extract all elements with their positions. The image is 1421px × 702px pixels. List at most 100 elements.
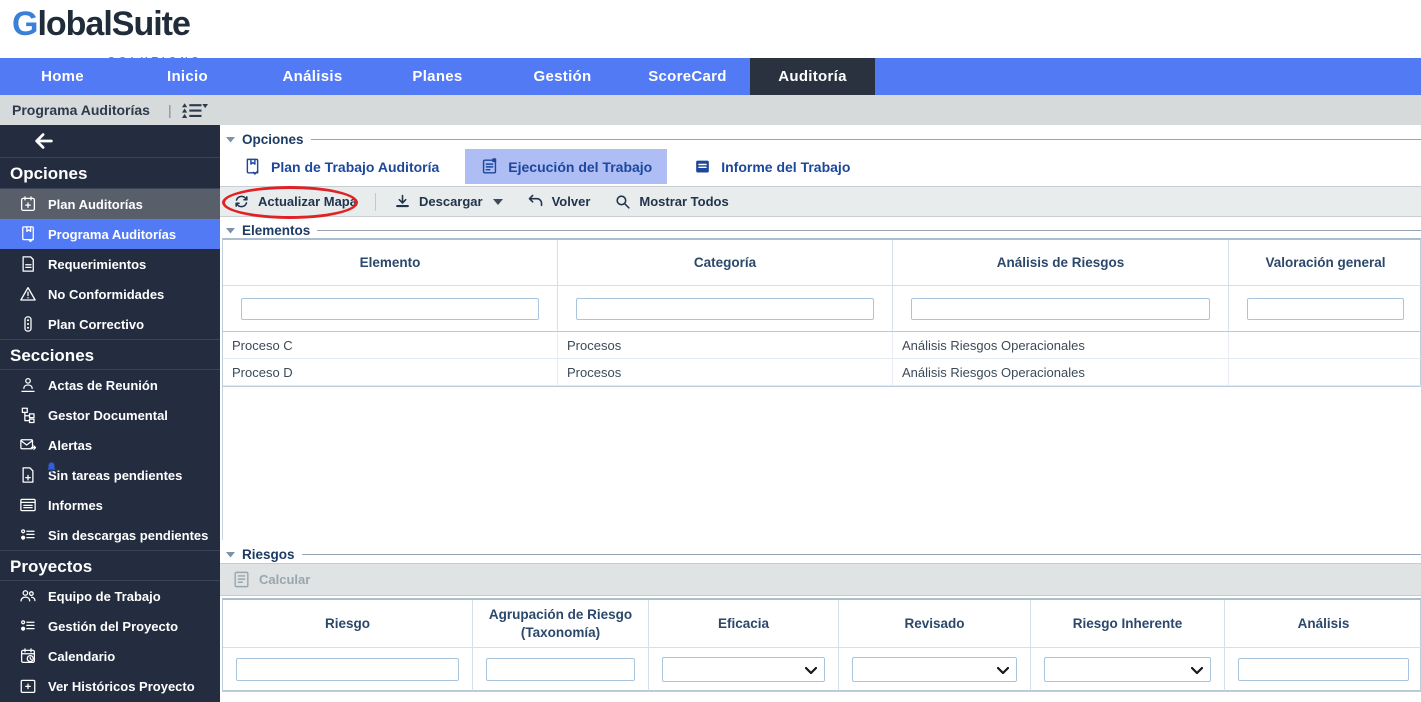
filter-input-elemento[interactable]	[241, 298, 539, 320]
tab-ejecucion-del-trabajo[interactable]: Ejecución del Trabajo	[465, 149, 667, 184]
app-window: GlobalSuite SOLUTIONS Home Inicio Anális…	[0, 0, 1421, 702]
sidebar-item-gestion-del-proyecto[interactable]: Gestión del Proyecto	[0, 611, 220, 641]
filter-input-analisis[interactable]	[1238, 658, 1409, 681]
table-cell[interactable]	[1229, 332, 1421, 359]
nav-item-auditoria[interactable]: Auditoría	[750, 58, 875, 95]
column-header-analisis-de-riesgos: Análisis de Riesgos	[893, 240, 1229, 286]
sidebar-item-sin-tareas-pendientes[interactable]: Sin tareas pendientes	[0, 460, 220, 490]
button-label: Mostrar Todos	[639, 194, 728, 209]
table-cell[interactable]: Análisis Riesgos Operacionales	[893, 359, 1229, 386]
filter-input-analisis-de-riesgos[interactable]	[911, 298, 1210, 320]
column-header-elemento: Elemento	[223, 240, 558, 286]
calcular-button[interactable]: Calcular	[232, 570, 310, 589]
panel-rule	[302, 554, 1421, 555]
opciones-panel-header: Opciones	[226, 131, 1421, 147]
panel-title: Elementos	[242, 223, 310, 238]
traffic-light-icon	[19, 315, 37, 333]
sidebar-item-requerimientos[interactable]: Requerimientos	[0, 249, 220, 279]
sidebar-item-alertas[interactable]: Alertas	[0, 430, 220, 460]
sidebar-item-label: Calendario	[48, 649, 115, 664]
column-header-revisado: Revisado	[839, 600, 1031, 648]
column-header-riesgo: Riesgo	[223, 600, 473, 648]
people-icon	[19, 587, 37, 605]
sidebar-item-label: Gestor Documental	[48, 408, 168, 423]
sidebar-back-button[interactable]	[0, 125, 220, 158]
button-label: Calcular	[259, 572, 310, 587]
sidebar-item-sin-descargas-pendientes[interactable]: Sin descargas pendientes	[0, 520, 220, 550]
sidebar: Opciones Plan Auditorías Programa Audito…	[0, 125, 220, 702]
caret-down-icon[interactable]	[493, 199, 503, 205]
nav-item-scorecard[interactable]: ScoreCard	[625, 58, 750, 95]
nav-item-analisis[interactable]: Análisis	[250, 58, 375, 95]
filter-input-agrupacion[interactable]	[486, 658, 635, 681]
filter-input-riesgo[interactable]	[236, 658, 459, 681]
sidebar-item-actas-de-reunion[interactable]: Actas de Reunión	[0, 370, 220, 400]
collapse-icon[interactable]	[226, 551, 235, 558]
collapse-icon[interactable]	[226, 227, 235, 234]
mostrar-todos-button[interactable]: Mostrar Todos	[614, 193, 728, 210]
back-arrow-icon	[33, 130, 55, 152]
tab-informe-del-trabajo[interactable]: Informe del Trabajo	[678, 149, 865, 184]
table-cell[interactable]: Procesos	[558, 332, 893, 359]
volver-button[interactable]: Volver	[527, 193, 591, 210]
table-cell[interactable]: Análisis Riesgos Operacionales	[893, 332, 1229, 359]
folder-doc-icon	[19, 496, 37, 514]
table-cell[interactable]	[1229, 359, 1421, 386]
table-cell[interactable]: Proceso D	[223, 359, 558, 386]
sidebar-item-plan-correctivo[interactable]: Plan Correctivo	[0, 309, 220, 339]
book-check-icon	[19, 225, 37, 243]
person-desk-icon	[19, 376, 37, 394]
riesgos-toolbar: Calcular	[220, 563, 1421, 596]
column-header-analisis: Análisis	[1225, 600, 1421, 648]
sidebar-section-secciones: Secciones	[0, 339, 220, 370]
tab-label: Informe del Trabajo	[721, 159, 850, 175]
filter-input-categoria[interactable]	[576, 298, 874, 320]
filter-select-revisado[interactable]	[852, 657, 1017, 682]
sidebar-item-ver-historicos-proyecto[interactable]: Ver Históricos Proyecto	[0, 671, 220, 701]
sidebar-item-plan-auditorias[interactable]: Plan Auditorías	[0, 189, 220, 219]
toolbar: Actualizar Mapa Descargar Volver Mostrar…	[220, 186, 1421, 217]
document-lines-icon	[693, 157, 712, 176]
collapse-icon[interactable]	[226, 136, 235, 143]
table-cell[interactable]: Procesos	[558, 359, 893, 386]
sidebar-item-label: Programa Auditorías	[48, 227, 176, 242]
calendar-plus-icon	[19, 195, 37, 213]
descargar-button[interactable]: Descargar	[394, 193, 503, 210]
main-nav: Home Inicio Análisis Planes Gestión Scor…	[0, 58, 1421, 95]
sidebar-item-programa-auditorias[interactable]: Programa Auditorías	[0, 219, 220, 249]
breadcrumb: Programa Auditorías	[12, 102, 150, 118]
nav-item-inicio[interactable]: Inicio	[125, 58, 250, 95]
table-cell[interactable]: Proceso C	[223, 332, 558, 359]
sidebar-item-label: Plan Auditorías	[48, 197, 143, 212]
sidebar-item-calendario[interactable]: Calendario	[0, 641, 220, 671]
sidebar-item-label: Sin descargas pendientes	[48, 528, 208, 543]
nav-item-gestion[interactable]: Gestión	[500, 58, 625, 95]
sidebar-item-no-conformidades[interactable]: No Conformidades	[0, 279, 220, 309]
breadcrumb-bar: Programa Auditorías |	[0, 95, 1421, 125]
sidebar-item-label: No Conformidades	[48, 287, 164, 302]
button-label: Volver	[552, 194, 591, 209]
tab-plan-de-trabajo-auditoria[interactable]: Plan de Trabajo Auditoría	[228, 149, 454, 184]
filter-select-eficacia[interactable]	[662, 657, 825, 682]
list-caret-icon[interactable]	[182, 101, 208, 120]
sidebar-item-label: Gestión del Proyecto	[48, 619, 178, 634]
sidebar-item-gestor-documental[interactable]: Gestor Documental	[0, 400, 220, 430]
sidebar-item-informes[interactable]: Informes	[0, 490, 220, 520]
logo-text-accent: G	[12, 5, 37, 43]
panel-rule	[317, 230, 1421, 231]
sidebar-item-label: Informes	[48, 498, 103, 513]
tab-label: Plan de Trabajo Auditoría	[271, 159, 439, 175]
sidebar-item-label: Alertas	[48, 438, 92, 453]
column-header-riesgo-inherente: Riesgo Inherente	[1031, 600, 1225, 648]
filter-input-valoracion-general[interactable]	[1247, 298, 1404, 320]
panel-title: Riesgos	[242, 547, 295, 562]
filter-select-riesgo-inherente[interactable]	[1044, 657, 1211, 682]
report-flag-icon	[480, 157, 499, 176]
nav-item-home[interactable]: Home	[0, 58, 125, 95]
nav-item-planes[interactable]: Planes	[375, 58, 500, 95]
riesgos-table: Riesgo Agrupación de Riesgo (Taxonomía) …	[222, 598, 1421, 692]
elementos-panel-header: Elementos	[226, 222, 1421, 238]
sidebar-item-equipo-de-trabajo[interactable]: Equipo de Trabajo	[0, 581, 220, 611]
actualizar-mapa-button[interactable]: Actualizar Mapa	[233, 193, 357, 210]
column-header-agrupacion-de-riesgo: Agrupación de Riesgo (Taxonomía)	[473, 600, 649, 648]
